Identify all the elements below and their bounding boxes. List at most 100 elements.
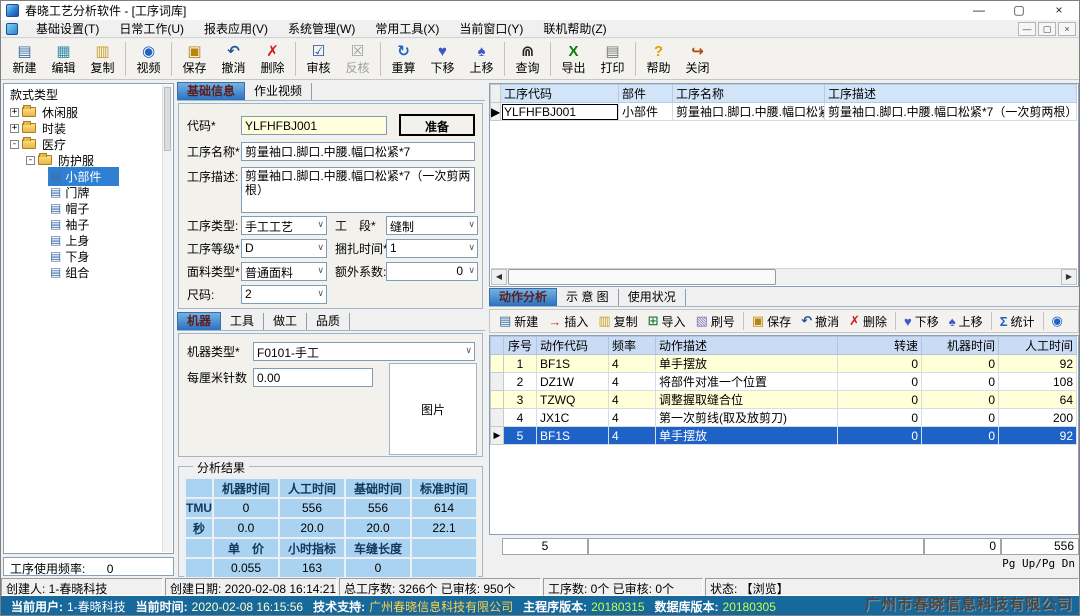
fabric-type-select[interactable]: 普通面料∨: [241, 262, 327, 281]
cell-speed[interactable]: 0: [838, 355, 922, 373]
expand-icon[interactable]: -: [10, 140, 19, 149]
cell-machine-time[interactable]: 0: [922, 409, 999, 427]
action-import-button[interactable]: ⊞导入: [648, 313, 686, 330]
new-button[interactable]: ▤新建: [5, 43, 44, 75]
prepare-button[interactable]: 准备: [399, 114, 475, 136]
menu-basic-settings[interactable]: 基础设置(T): [26, 20, 109, 38]
cell-labor-time[interactable]: 92: [999, 355, 1077, 373]
scrollbar-thumb[interactable]: [164, 87, 171, 151]
action-save-button[interactable]: ▣保存: [752, 313, 791, 330]
table-row[interactable]: 2 DZ1W 4 将部件对准一个位置 0 0 108: [491, 373, 1077, 391]
mdi-minimize-button[interactable]: —: [1018, 22, 1036, 36]
cell-action-code[interactable]: BF1S: [537, 427, 609, 445]
action-new-button[interactable]: ▤新建: [499, 313, 538, 330]
cell-labor-time[interactable]: 108: [999, 373, 1077, 391]
cell-action-desc[interactable]: 调整握取缝合位: [656, 391, 838, 409]
menu-report-app[interactable]: 报表应用(V): [194, 20, 278, 38]
menu-system-management[interactable]: 系统管理(W): [278, 20, 365, 38]
code-input[interactable]: [241, 116, 387, 135]
table-row[interactable]: ▶ YLFHFBJ001 小部件 剪量袖口.脚口.中腰.幅口松紧*7 剪量袖口.…: [491, 103, 1077, 121]
menu-current-window[interactable]: 当前窗口(Y): [449, 20, 533, 38]
process-grade-select[interactable]: D∨: [241, 239, 327, 258]
column-header-part[interactable]: 部件: [619, 85, 673, 103]
recalculate-button[interactable]: ↻重算: [384, 43, 423, 75]
restore-button[interactable]: ▢: [999, 1, 1039, 20]
video-button[interactable]: ◉视频: [129, 43, 168, 75]
cell-process-name[interactable]: 剪量袖口.脚口.中腰.幅口松紧*7: [673, 103, 825, 121]
table-row[interactable]: 3 TZWQ 4 调整握取缝合位 0 0 64: [491, 391, 1077, 409]
action-renumber-button[interactable]: ▧刷号: [696, 313, 735, 330]
action-move-down-button[interactable]: ♥下移: [904, 313, 939, 330]
horizontal-scrollbar[interactable]: ◀ ▶: [491, 268, 1077, 285]
column-header-frequency[interactable]: 频率: [609, 337, 656, 355]
tree-item-casualwear[interactable]: +休闲服: [4, 104, 173, 120]
tab-action-analysis[interactable]: 动作分析: [489, 288, 557, 306]
cell-speed[interactable]: 0: [838, 373, 922, 391]
cell-no[interactable]: 3: [504, 391, 537, 409]
cell-no[interactable]: 5: [504, 427, 537, 445]
tree-scrollbar[interactable]: [162, 85, 172, 552]
table-row[interactable]: 1 BF1S 4 单手摆放 0 0 92: [491, 355, 1077, 373]
expand-icon[interactable]: -: [26, 156, 35, 165]
cell-frequency[interactable]: 4: [609, 391, 656, 409]
column-header-process-name[interactable]: 工序名称: [673, 85, 825, 103]
copy-button[interactable]: ▥复制: [83, 43, 122, 75]
mdi-restore-button[interactable]: ▢: [1038, 22, 1056, 36]
action-copy-button[interactable]: ▥复制: [598, 313, 637, 330]
column-header-action-code[interactable]: 动作代码: [537, 337, 609, 355]
cell-machine-time[interactable]: 0: [922, 427, 999, 445]
cell-frequency[interactable]: 4: [609, 409, 656, 427]
column-header-no[interactable]: 序号: [504, 337, 537, 355]
save-button[interactable]: ▣保存: [175, 43, 214, 75]
machine-type-select[interactable]: F0101-手工∨: [253, 342, 475, 361]
move-up-button[interactable]: ♠上移: [462, 43, 501, 75]
close-window-button[interactable]: ↪关闭: [678, 43, 717, 75]
tab-machine[interactable]: 机器: [177, 312, 221, 330]
close-button[interactable]: ×: [1039, 1, 1079, 20]
export-button[interactable]: X导出: [554, 43, 593, 75]
tab-diagram[interactable]: 示 意 图: [557, 289, 619, 306]
extra-factor-select[interactable]: 0∨: [386, 262, 478, 281]
bundle-time-select[interactable]: 1∨: [386, 239, 478, 258]
cell-process-desc[interactable]: 剪量袖口.脚口.中腰.幅口松紧*7（一次剪两根）: [825, 103, 1077, 121]
tree-item-fashion[interactable]: +时装: [4, 120, 173, 136]
undo-button[interactable]: ↶撤消: [214, 43, 253, 75]
tab-quality[interactable]: 品质: [307, 313, 350, 330]
table-row-selected[interactable]: ▶ 5 BF1S 4 单手摆放 0 0 92: [491, 427, 1077, 445]
scroll-left-icon[interactable]: ◀: [491, 269, 507, 285]
edit-button[interactable]: ▦编辑: [44, 43, 83, 75]
cell-machine-time[interactable]: 0: [922, 355, 999, 373]
process-name-input[interactable]: [241, 142, 475, 161]
audit-button[interactable]: ☑审核: [299, 43, 338, 75]
cell-labor-time[interactable]: 64: [999, 391, 1077, 409]
mdi-close-button[interactable]: ×: [1058, 22, 1076, 36]
column-header-machine-time[interactable]: 机器时间: [922, 337, 999, 355]
scrollbar-thumb[interactable]: [508, 269, 776, 285]
cell-action-code[interactable]: JX1C: [537, 409, 609, 427]
cell-action-code[interactable]: TZWQ: [537, 391, 609, 409]
cell-action-code[interactable]: BF1S: [537, 355, 609, 373]
cell-labor-time[interactable]: 92: [999, 427, 1077, 445]
tab-tools[interactable]: 工具: [221, 313, 264, 330]
cell-speed[interactable]: 0: [838, 409, 922, 427]
column-header-process-desc[interactable]: 工序描述: [825, 85, 1077, 103]
print-button[interactable]: ▤打印: [593, 43, 632, 75]
cell-speed[interactable]: 0: [838, 391, 922, 409]
cell-action-desc[interactable]: 单手摆放: [656, 427, 838, 445]
search-button[interactable]: ⋒查询: [508, 43, 547, 75]
size-select[interactable]: 2∨: [241, 285, 327, 304]
scroll-right-icon[interactable]: ▶: [1061, 269, 1077, 285]
tab-work-video[interactable]: 作业视频: [245, 83, 312, 100]
help-button[interactable]: ?帮助: [639, 43, 678, 75]
reverse-audit-button[interactable]: ☒反核: [338, 43, 377, 75]
cell-no[interactable]: 1: [504, 355, 537, 373]
process-type-select[interactable]: 手工工艺∨: [241, 216, 327, 235]
cell-process-code[interactable]: YLFHFBJ001: [501, 103, 619, 121]
menu-daily-work[interactable]: 日常工作(U): [109, 20, 194, 38]
cell-no[interactable]: 4: [504, 409, 537, 427]
delete-button[interactable]: ✗删除: [253, 43, 292, 75]
minimize-button[interactable]: —: [959, 1, 999, 20]
cell-no[interactable]: 2: [504, 373, 537, 391]
column-header-action-desc[interactable]: 动作描述: [656, 337, 838, 355]
cell-machine-time[interactable]: 0: [922, 373, 999, 391]
